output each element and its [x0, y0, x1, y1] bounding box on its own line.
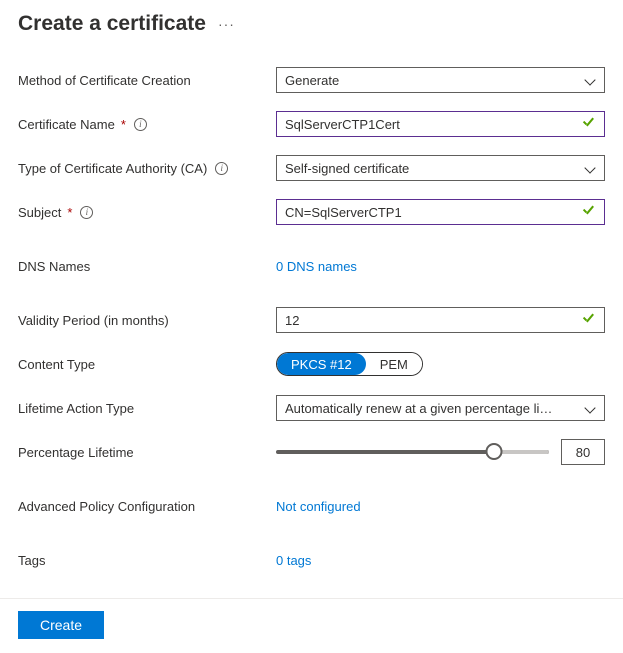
chevron-down-icon [584, 162, 596, 174]
label-validity: Validity Period (in months) [18, 313, 169, 328]
label-subject: Subject [18, 205, 61, 220]
more-icon[interactable]: ··· [218, 16, 235, 32]
checkmark-icon [582, 205, 596, 219]
certname-input[interactable]: SqlServerCTP1Cert [276, 111, 605, 137]
validity-input[interactable]: 12 [276, 307, 605, 333]
subject-input[interactable]: CN=SqlServerCTP1 [276, 199, 605, 225]
info-icon[interactable]: i [215, 162, 228, 175]
catype-dropdown[interactable]: Self-signed certificate [276, 155, 605, 181]
info-icon[interactable]: i [80, 206, 93, 219]
page-title: Create a certificate [18, 12, 206, 36]
tags-link[interactable]: 0 tags [276, 553, 311, 568]
label-catype: Type of Certificate Authority (CA) [18, 161, 207, 176]
label-advancedpolicy: Advanced Policy Configuration [18, 499, 195, 514]
create-button[interactable]: Create [18, 611, 104, 639]
label-dnsnames: DNS Names [18, 259, 90, 274]
percentage-value[interactable]: 80 [561, 439, 605, 465]
required-asterisk: * [67, 205, 72, 220]
dnsnames-link[interactable]: 0 DNS names [276, 259, 357, 274]
toggle-pem[interactable]: PEM [366, 353, 422, 375]
chevron-down-icon [584, 402, 596, 414]
lifetimeaction-dropdown[interactable]: Automatically renew at a given percentag… [276, 395, 605, 421]
toggle-pkcs12[interactable]: PKCS #12 [277, 353, 366, 375]
label-lifetimeaction: Lifetime Action Type [18, 401, 134, 416]
method-dropdown[interactable]: Generate [276, 67, 605, 93]
advancedpolicy-link[interactable]: Not configured [276, 499, 361, 514]
label-certname: Certificate Name [18, 117, 115, 132]
validity-value: 12 [285, 313, 582, 328]
lifetimeaction-value: Automatically renew at a given percentag… [285, 401, 584, 416]
method-value: Generate [285, 73, 584, 88]
slider-thumb[interactable] [486, 443, 503, 460]
certname-value: SqlServerCTP1Cert [285, 117, 582, 132]
catype-value: Self-signed certificate [285, 161, 584, 176]
chevron-down-icon [584, 74, 596, 86]
label-method: Method of Certificate Creation [18, 73, 191, 88]
checkmark-icon [582, 313, 596, 327]
subject-value: CN=SqlServerCTP1 [285, 205, 582, 220]
label-tags: Tags [18, 553, 45, 568]
label-percentagelifetime: Percentage Lifetime [18, 445, 134, 460]
label-contenttype: Content Type [18, 357, 95, 372]
contenttype-toggle[interactable]: PKCS #12 PEM [276, 352, 423, 376]
percentage-slider[interactable] [276, 450, 549, 454]
required-asterisk: * [121, 117, 126, 132]
info-icon[interactable]: i [134, 118, 147, 131]
checkmark-icon [582, 117, 596, 131]
